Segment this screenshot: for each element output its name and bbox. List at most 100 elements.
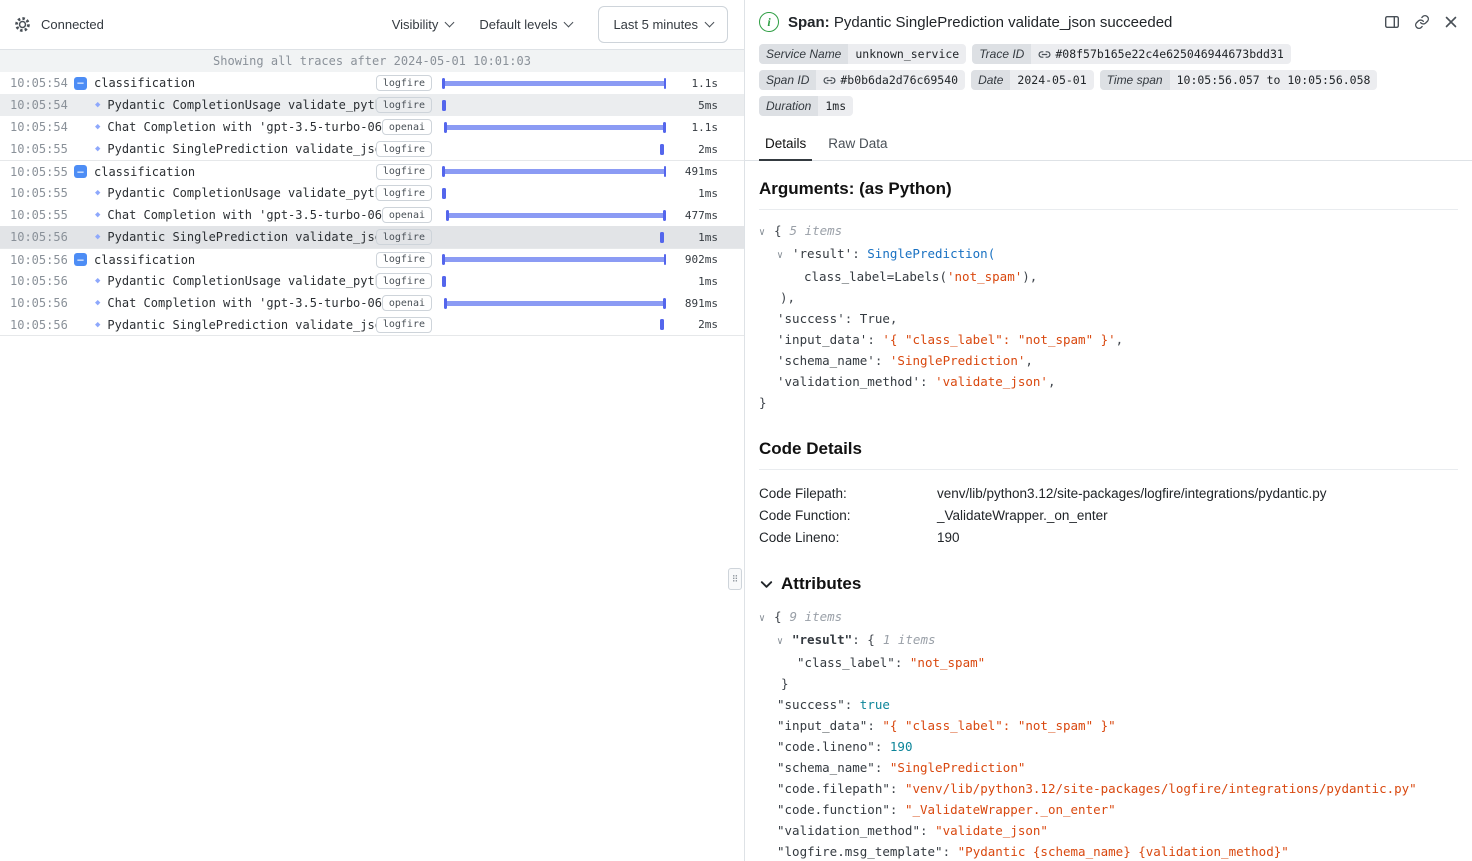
span-duration: 477ms: [674, 209, 718, 222]
trace-list-panel: Connected Visibility Default levels Last…: [0, 0, 744, 861]
code-line: "code.function": "_ValidateWrapper._on_e…: [759, 799, 1458, 820]
span-diamond-icon: ◆: [95, 210, 100, 220]
trace-row[interactable]: 10:05:56 ◆ Chat Completion with 'gpt-3.5…: [0, 292, 744, 314]
code-line: "code.filepath": "venv/lib/python3.12/si…: [759, 778, 1458, 799]
span-name: Pydantic SinglePrediction validate_json: [107, 230, 375, 244]
collapse-chevron-icon[interactable]: ∨: [777, 245, 792, 266]
code-string: "SinglePrediction": [890, 760, 1025, 775]
span-timeline: [442, 161, 666, 183]
trace-row[interactable]: 10:05:54 ◆ Pydantic CompletionUsage vali…: [0, 94, 744, 116]
code-detail-row: Code Function: _ValidateWrapper._on_ente…: [759, 504, 1458, 526]
time-range-dropdown[interactable]: Last 5 minutes: [598, 6, 728, 43]
code-line: 'validation_method': 'validate_json',: [759, 371, 1458, 392]
info-icon: i: [759, 12, 779, 32]
code-line: ∨{9 items: [759, 606, 1458, 629]
panel-resize-handle[interactable]: ⠿: [728, 568, 742, 590]
arguments-heading: Arguments: (as Python): [759, 179, 1458, 199]
trace-row[interactable]: 10:05:55 ◆ Pydantic SinglePrediction val…: [0, 138, 744, 160]
code-string: "{ "class_label": "not_spam" }": [882, 718, 1115, 733]
code-key: "success": [777, 697, 845, 712]
attributes-heading-text: Attributes: [781, 574, 861, 594]
span-timeline: [442, 226, 666, 248]
trace-id-badge: Trace ID #08f57b165e22c4e625046944673bdd…: [972, 44, 1291, 64]
collapse-toggle-icon[interactable]: −: [74, 253, 87, 266]
tab-details[interactable]: Details: [759, 130, 812, 161]
collapse-toggle-icon[interactable]: −: [74, 77, 87, 90]
badge-label: Date: [971, 70, 1010, 90]
code-token: :: [875, 760, 890, 775]
code-token: ),: [1022, 269, 1037, 284]
code-key: "result": [792, 632, 852, 647]
span-duration: 2ms: [674, 143, 718, 156]
duration-bar: [660, 319, 664, 330]
link-icon[interactable]: [823, 74, 836, 87]
duration-bar: [442, 169, 666, 174]
copy-link-icon[interactable]: [1414, 14, 1430, 30]
scope-tag: logfire: [376, 97, 432, 113]
collapse-chevron-icon[interactable]: ∨: [777, 631, 792, 652]
trace-row[interactable]: 10:05:56 − classification logfire 902ms: [0, 248, 744, 270]
span-name: Chat Completion with 'gpt-3.5-turbo-061: [107, 208, 381, 222]
code-line: 'schema_name': 'SinglePrediction',: [759, 350, 1458, 371]
row-timestamp: 10:05:55: [10, 165, 68, 179]
gear-icon[interactable]: [14, 16, 31, 33]
code-token: :: [845, 311, 860, 326]
code-key: "input_data": [777, 718, 867, 733]
badge-value: #08f57b165e22c4e625046944673bdd31: [1031, 44, 1290, 64]
service-name-badge: Service Name unknown_service: [759, 44, 966, 64]
badge-value: 10:05:56.057 to 10:05:56.058: [1170, 70, 1378, 90]
trace-row[interactable]: 10:05:55 ◆ Chat Completion with 'gpt-3.5…: [0, 204, 744, 226]
duration-bar: [446, 213, 666, 218]
code-detail-value: venv/lib/python3.12/site-packages/logfir…: [937, 486, 1326, 501]
code-string: "_ValidateWrapper._on_enter": [905, 802, 1116, 817]
attributes-heading[interactable]: Attributes: [759, 574, 1458, 594]
collapse-chevron-icon[interactable]: ∨: [759, 222, 774, 243]
code-token: :: [890, 781, 905, 796]
span-timeline: [442, 94, 666, 116]
scope-tag: logfire: [376, 141, 432, 157]
code-details-table: Code Filepath: venv/lib/python3.12/site-…: [759, 482, 1458, 548]
code-boolean: true: [860, 697, 890, 712]
trace-row[interactable]: 10:05:56 ◆ Pydantic CompletionUsage vali…: [0, 270, 744, 292]
trace-row[interactable]: 10:05:54 − classification logfire 1.1s: [0, 72, 744, 94]
code-detail-value: 190: [937, 530, 960, 545]
link-icon[interactable]: [1038, 48, 1051, 61]
row-timestamp: 10:05:54: [10, 76, 68, 90]
row-timestamp: 10:05:55: [10, 208, 68, 222]
span-duration: 1ms: [674, 275, 718, 288]
trace-row[interactable]: 10:05:56 ◆ Pydantic SinglePrediction val…: [0, 314, 744, 336]
scope-tag: logfire: [376, 252, 432, 268]
default-levels-dropdown[interactable]: Default levels: [479, 17, 572, 32]
code-detail-label: Code Function:: [759, 508, 937, 523]
span-detail-panel: i Span: Pydantic SinglePrediction valida…: [744, 0, 1472, 861]
span-label: Span:: [788, 14, 830, 31]
code-class: SinglePrediction(: [867, 246, 995, 261]
span-name: Chat Completion with 'gpt-3.5-turbo-061: [107, 296, 381, 310]
span-timeline: [442, 72, 666, 94]
code-token: ),: [780, 290, 795, 305]
trace-row[interactable]: 10:05:54 ◆ Chat Completion with 'gpt-3.5…: [0, 116, 744, 138]
tab-raw-data[interactable]: Raw Data: [822, 130, 893, 160]
dock-panel-icon[interactable]: [1384, 14, 1400, 30]
scope-tag: logfire: [376, 75, 432, 91]
close-icon[interactable]: [1444, 15, 1458, 29]
span-duration: 902ms: [674, 253, 718, 266]
code-line: }: [759, 673, 1458, 694]
collapse-toggle-icon[interactable]: −: [74, 165, 87, 178]
badge-value: 1ms: [818, 96, 853, 116]
code-line: "logfire.msg_template": "Pydantic {schem…: [759, 841, 1458, 861]
trace-row[interactable]: 10:05:55 − classification logfire 491ms: [0, 160, 744, 182]
visibility-dropdown[interactable]: Visibility: [392, 17, 454, 32]
scope-tag: logfire: [376, 164, 432, 180]
collapse-chevron-icon[interactable]: ∨: [759, 608, 774, 629]
span-diamond-icon: ◆: [95, 188, 100, 198]
badge-label: Duration: [759, 96, 818, 116]
trace-row-selected[interactable]: 10:05:56 ◆ Pydantic SinglePrediction val…: [0, 226, 744, 248]
span-name: Pydantic CompletionUsage validate_python: [107, 186, 375, 200]
trace-row[interactable]: 10:05:55 ◆ Pydantic CompletionUsage vali…: [0, 182, 744, 204]
code-key: 'input_data': [777, 332, 867, 347]
duration-bar: [442, 276, 446, 287]
chevron-down-icon: [445, 18, 455, 28]
traces-banner: Showing all traces after 2024-05-01 10:0…: [0, 50, 744, 72]
code-line: class_label=Labels('not_spam'),: [759, 266, 1458, 287]
